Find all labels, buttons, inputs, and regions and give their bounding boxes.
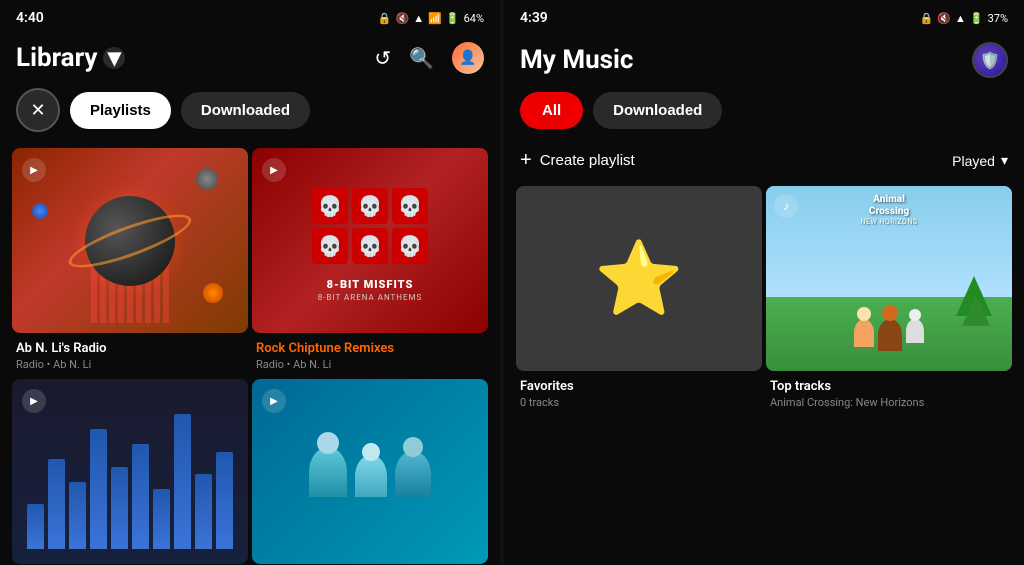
action-bar: + Create playlist Played ▾	[504, 145, 1024, 186]
playlist-thumbnail: ▶	[12, 379, 248, 564]
library-chevron[interactable]: ▾	[103, 47, 125, 69]
music-sub: 0 tracks	[520, 396, 758, 409]
my-music-title: My Music	[520, 45, 633, 75]
avatar[interactable]: 👤	[452, 42, 484, 74]
music-name: Top tracks	[770, 379, 1008, 394]
library-title: Library	[16, 43, 97, 73]
right-time: 4:39	[520, 10, 548, 26]
left-filter-bar: ✕ Playlists Downloaded	[0, 88, 500, 148]
left-header-actions: ↺ 🔍 👤	[374, 42, 484, 74]
music-grid: ⭐ Favorites 0 tracks	[504, 186, 1024, 565]
filter-close-button[interactable]: ✕	[16, 88, 60, 132]
playlist-name: Rock Chiptune Remixes	[256, 341, 484, 356]
list-item[interactable]: ▶	[252, 379, 488, 565]
play-indicator: ▶	[22, 389, 46, 413]
mute-icon: 🔇	[937, 12, 951, 25]
sort-button[interactable]: Played ▾	[952, 152, 1008, 169]
right-status-icons: 🔒 🔇 ▲ 🔋 37%	[920, 12, 1008, 25]
battery-pct: 37%	[988, 12, 1008, 25]
plus-icon: +	[520, 149, 532, 172]
right-status-bar: 4:39 🔒 🔇 ▲ 🔋 37%	[504, 0, 1024, 32]
list-item[interactable]: ▶ Ab N. Li's Radio Radio • Ab N. Li	[12, 148, 248, 375]
wifi-icon: ▲	[955, 12, 966, 25]
left-time: 4:40	[16, 10, 44, 26]
signal-icon: 📶	[428, 12, 442, 25]
music-name: Favorites	[520, 379, 758, 394]
left-header: Library ▾ ↺ 🔍 👤	[0, 32, 500, 88]
list-item[interactable]: ⭐ Favorites 0 tracks	[516, 186, 762, 565]
playlist-grid: ▶ Ab N. Li's Radio Radio • Ab N. Li 💀 💀 …	[0, 148, 500, 565]
chiptune-illustration: 💀 💀 💀 💀 💀 💀 8-BIT MISFITS 8-BIT ARENA AN…	[252, 148, 488, 333]
mute-icon: 🔇	[396, 12, 410, 25]
all-filter-button[interactable]: All	[520, 92, 583, 129]
create-playlist-button[interactable]: + Create playlist	[520, 149, 635, 172]
list-item[interactable]: AnimalCrossing NEW HORIZONS ♪ Top tracks…	[766, 186, 1012, 565]
play-indicator: ▶	[22, 158, 46, 182]
sort-label: Played	[952, 153, 995, 169]
left-status-icons: 🔒 🔇 ▲ 📶 🔋 64%	[378, 12, 484, 25]
right-downloaded-filter-button[interactable]: Downloaded	[593, 92, 722, 129]
left-panel: 4:40 🔒 🔇 ▲ 📶 🔋 64% Library ▾ ↺ 🔍 👤 ✕ Pla…	[0, 0, 500, 565]
play-indicator: ▶	[262, 158, 286, 182]
left-status-bar: 4:40 🔒 🔇 ▲ 📶 🔋 64%	[0, 0, 500, 32]
search-icon[interactable]: 🔍	[409, 46, 434, 70]
playlist-thumbnail: 💀 💀 💀 💀 💀 💀 8-BIT MISFITS 8-BIT ARENA AN…	[252, 148, 488, 333]
music-sub: Animal Crossing: New Horizons	[770, 396, 1008, 409]
play-indicator: ▶	[262, 389, 286, 413]
animal-crossing-thumbnail: AnimalCrossing NEW HORIZONS ♪	[766, 186, 1012, 371]
downloaded-filter-button[interactable]: Downloaded	[181, 92, 310, 129]
profile-avatar[interactable]: 🛡️	[972, 42, 1008, 78]
right-header: My Music 🛡️	[504, 32, 1024, 92]
favorites-thumbnail: ⭐	[516, 186, 762, 371]
battery-pct: 64%	[464, 12, 484, 25]
playlist-thumbnail: ▶	[252, 379, 488, 564]
sort-chevron-icon: ▾	[1001, 152, 1008, 169]
lock-icon: 🔒	[920, 12, 934, 25]
list-item[interactable]: ▶	[12, 379, 248, 565]
playlist-sub: Radio • Ab N. Li	[16, 358, 244, 371]
star-icon: ⭐	[594, 236, 684, 321]
music-note-icon: ♪	[774, 194, 798, 218]
right-filter-bar: All Downloaded	[504, 92, 1024, 145]
create-playlist-label: Create playlist	[540, 152, 635, 169]
battery-icon: 🔋	[446, 12, 460, 25]
playlist-thumbnail: ▶	[12, 148, 248, 333]
history-icon[interactable]: ↺	[374, 46, 391, 70]
playlist-sub: Radio • Ab N. Li	[256, 358, 484, 371]
wifi-icon: ▲	[413, 12, 424, 25]
planets-illustration	[12, 148, 248, 333]
playlists-filter-button[interactable]: Playlists	[70, 92, 171, 129]
list-item[interactable]: 💀 💀 💀 💀 💀 💀 8-BIT MISFITS 8-BIT ARENA AN…	[252, 148, 488, 375]
playlist-name: Ab N. Li's Radio	[16, 341, 244, 356]
battery-icon: 🔋	[970, 12, 984, 25]
header-title-group[interactable]: Library ▾	[16, 43, 125, 73]
lock-icon: 🔒	[378, 12, 392, 25]
right-panel: 4:39 🔒 🔇 ▲ 🔋 37% My Music 🛡️ All Downloa…	[504, 0, 1024, 565]
